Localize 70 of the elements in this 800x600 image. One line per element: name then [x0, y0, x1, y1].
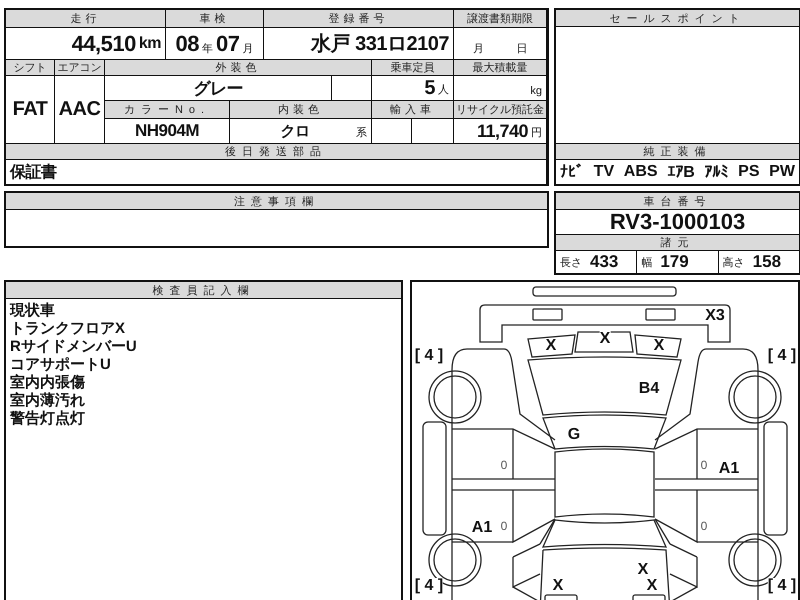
aircon-label: エアコン: [55, 60, 104, 75]
registration-label: 登録番号: [264, 10, 453, 27]
dimension-value: 433: [590, 252, 618, 272]
later-parts-value: 保証書: [10, 162, 56, 182]
specs-label: 諸元: [556, 235, 799, 250]
month-unit: 月: [472, 42, 484, 57]
mileage-value: 44,510: [72, 30, 136, 56]
max-load-label: 最大積載量: [454, 60, 546, 75]
sales-point-label: セールスポイント: [556, 10, 799, 26]
later-parts-label: 後日発送部品: [6, 144, 546, 159]
shift-value: FAT: [12, 98, 48, 121]
tire-tread-mark: [ 4 ]: [768, 348, 796, 364]
tire-tread-mark: [ 4 ]: [414, 348, 444, 364]
color-number-value: NH904M: [134, 121, 200, 141]
panel-note: 0: [700, 459, 708, 471]
capacity-unit: 人: [438, 83, 449, 98]
equipment-label: 純正装備: [556, 144, 799, 159]
inspection-label: 車検: [166, 10, 263, 27]
inspection-month: 07: [216, 30, 240, 56]
inspector-note: RサイドメンバーU: [10, 338, 138, 356]
capacity-value: 5: [424, 76, 435, 100]
imported-label: 輸入車: [372, 101, 453, 118]
year-unit: 年: [202, 42, 213, 57]
equipment-item: ｱﾙﾐ: [704, 162, 728, 182]
interior-color-unit: 系: [356, 126, 367, 141]
recycle-fee-value: 11,740: [476, 120, 528, 142]
mileage-unit: km: [138, 34, 161, 52]
dimension-value: 179: [660, 252, 689, 272]
equipment-item: PS: [738, 163, 760, 181]
inspector-note: トランクフロアX: [10, 320, 126, 338]
transfer-deadline-label: 譲渡書類期限: [454, 10, 546, 27]
inspector-note: 室内薄汚れ: [10, 392, 86, 410]
notes-label: 注意事項欄: [6, 193, 547, 209]
max-load-unit: kg: [530, 85, 542, 99]
recycle-fee-label: リサイクル預託金: [454, 101, 546, 118]
panel-note: 0: [500, 459, 508, 471]
equipment-item: TV: [594, 163, 614, 181]
dimension-label: 長さ: [560, 256, 582, 270]
inspector-note: 警告灯点灯: [10, 410, 86, 428]
dimension-label: 幅: [641, 256, 652, 270]
tire-tread-mark: [ 4 ]: [414, 578, 444, 594]
inspector-note: 現状車: [10, 302, 56, 320]
interior-color-value: クロ: [280, 122, 310, 140]
inspector-notes-label: 検査員記入欄: [6, 282, 401, 299]
inspector-note: コアサポートU: [10, 356, 112, 374]
yen-unit: 円: [531, 126, 542, 141]
day-unit: 日: [516, 42, 528, 57]
chassis-number-label: 車台番号: [556, 193, 799, 209]
dimension-value: 158: [752, 252, 782, 272]
chassis-number: RV3-1000103: [610, 209, 746, 235]
panel-note: 0: [500, 520, 508, 532]
dimension-label: 高さ: [722, 256, 745, 270]
equipment-item: PW: [769, 163, 795, 181]
inspection-year: 08: [176, 30, 199, 56]
aircon-value: AAC: [58, 98, 100, 121]
equipment-item: ﾅﾋﾞ: [560, 162, 584, 182]
equipment-item: ｴｱB: [667, 162, 695, 182]
mileage-label: 走行: [6, 10, 165, 27]
inspector-note: 室内内張傷: [10, 374, 86, 392]
color-number-label: カラーNo.: [105, 101, 229, 118]
capacity-label: 乗車定員: [372, 60, 453, 75]
exterior-color-value: グレー: [193, 78, 243, 100]
exterior-color-label: 外装色: [105, 60, 371, 75]
shift-label: シフト: [6, 60, 54, 75]
tire-tread-mark: [ 4 ]: [768, 578, 796, 594]
panel-note: 0: [700, 520, 708, 532]
registration-number: 水戸 331ロ2107: [311, 32, 449, 57]
equipment-item: ABS: [624, 163, 658, 181]
month-unit: 月: [242, 42, 254, 57]
interior-color-label: 内装色: [230, 101, 371, 118]
